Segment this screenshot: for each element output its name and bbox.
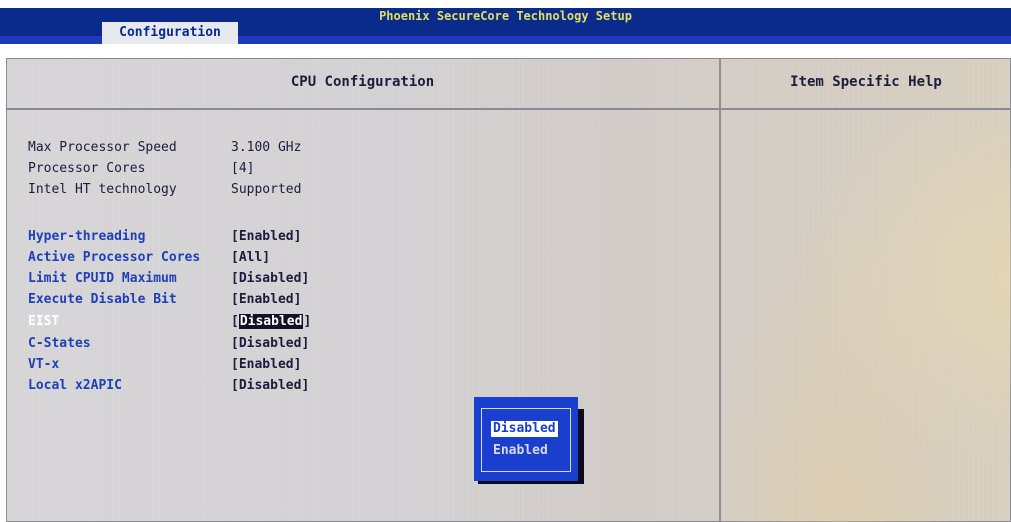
- option-value-active-processor-cores[interactable]: [All]: [231, 249, 270, 267]
- option-label-limit-cpuid-maximum[interactable]: Limit CPUID Maximum: [28, 270, 177, 288]
- eist-value-highlight: Disabled: [238, 314, 304, 329]
- value-popup: Disabled Enabled: [474, 397, 578, 481]
- option-value-c-states[interactable]: [Disabled]: [231, 335, 309, 353]
- help-title: Item Specific Help: [790, 74, 942, 90]
- bracket-close: ]: [303, 314, 312, 329]
- page-caption-strip: [0, 0, 1011, 8]
- tab-configuration[interactable]: Configuration: [102, 22, 238, 44]
- info-label-processor-cores: Processor Cores: [28, 161, 146, 176]
- option-value-local-x2apic[interactable]: [Disabled]: [231, 377, 309, 395]
- panel-divider: [719, 58, 721, 522]
- popup-frame: Disabled Enabled: [481, 408, 571, 472]
- option-label-local-x2apic[interactable]: Local x2APIC: [28, 377, 122, 395]
- option-value-vt-x[interactable]: [Enabled]: [231, 356, 301, 374]
- panel-title: CPU Configuration: [290, 74, 435, 90]
- info-value-processor-cores: [4]: [231, 161, 255, 176]
- option-value-limit-cpuid-maximum[interactable]: [Disabled]: [231, 270, 309, 288]
- option-label-vt-x[interactable]: VT-x: [28, 356, 59, 374]
- option-label-execute-disable-bit[interactable]: Execute Disable Bit: [28, 291, 177, 309]
- option-value-hyper-threading[interactable]: [Enabled]: [231, 228, 301, 246]
- option-value-eist-selected[interactable]: [Disabled]: [231, 313, 311, 331]
- popup-option-disabled[interactable]: Disabled: [491, 421, 558, 437]
- info-value-max-processor-speed: 3.100 GHz: [231, 140, 302, 155]
- info-label-max-processor-speed: Max Processor Speed: [28, 140, 177, 155]
- option-label-hyper-threading[interactable]: Hyper-threading: [28, 228, 145, 246]
- option-label-active-processor-cores[interactable]: Active Processor Cores: [28, 249, 200, 267]
- info-label-ht-technology: Intel HT technology: [28, 182, 177, 197]
- bracket-open: [: [231, 314, 239, 329]
- info-value-ht-technology: Supported: [231, 182, 302, 197]
- option-value-execute-disable-bit[interactable]: [Enabled]: [231, 291, 301, 309]
- option-label-eist-selected[interactable]: EIST: [28, 313, 59, 331]
- option-label-c-states[interactable]: C-States: [28, 335, 91, 353]
- popup-option-enabled[interactable]: Enabled: [493, 443, 548, 459]
- help-panel: [721, 112, 1011, 522]
